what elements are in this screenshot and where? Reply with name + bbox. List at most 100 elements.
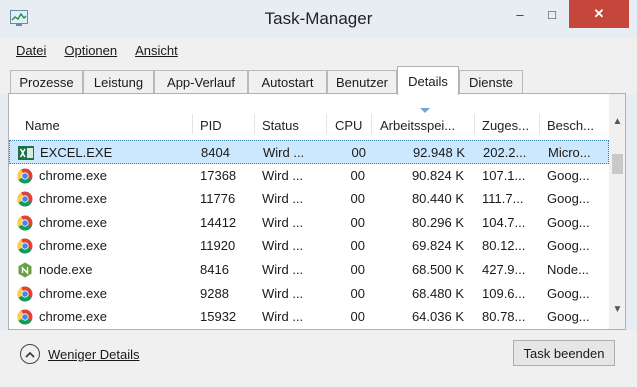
cell-name: chrome.exe <box>39 285 107 301</box>
menu-ansicht-label: Ansicht <box>135 42 178 58</box>
scrollbar-thumb[interactable] <box>612 154 623 174</box>
tab-prozesse[interactable]: Prozesse <box>10 70 83 94</box>
table-row[interactable]: node.exe 8416 Wird ... 00 68.500 K 427.9... No… <box>9 258 609 282</box>
column-header-memory[interactable]: Arbeitsspei... <box>380 118 455 133</box>
column-header-pid[interactable]: PID <box>200 118 222 133</box>
tab-leistung[interactable]: Leistung <box>83 70 154 94</box>
column-separator[interactable] <box>371 114 372 134</box>
column-separator[interactable] <box>192 114 193 134</box>
cell-desc: Micro... <box>548 145 591 160</box>
cell-mem: 92.948 K <box>412 145 465 160</box>
minimize-button[interactable]: – <box>506 0 534 28</box>
maximize-button[interactable]: □ <box>538 0 566 28</box>
cell-mem: 80.296 K <box>411 214 464 230</box>
cell-pid: 15932 <box>200 309 237 325</box>
column-separator[interactable] <box>326 114 327 134</box>
column-separator[interactable] <box>254 114 255 134</box>
chrome-icon <box>17 286 33 302</box>
cell-cpu: 00 <box>351 145 366 160</box>
column-header-status[interactable]: Status <box>262 118 299 133</box>
menu-optionen[interactable]: Optionen <box>64 43 117 58</box>
chrome-icon <box>17 191 33 207</box>
cell-pid: 11776 <box>200 191 236 207</box>
cell-mem: 80.440 K <box>411 191 464 207</box>
tab-app-verlauf[interactable]: App-Verlauf <box>154 70 248 94</box>
cell-name: EXCEL.EXE <box>40 145 113 160</box>
tab-details[interactable]: Details <box>397 66 459 95</box>
cell-commit: 202.2... <box>483 145 527 160</box>
column-header-description[interactable]: Besch... <box>547 118 594 133</box>
table-row[interactable]: chrome.exe 11920 Wird ... 00 69.824 K 80.12..… <box>9 234 609 258</box>
cell-status: Wird ... <box>262 262 304 277</box>
cell-cpu: 00 <box>350 167 365 183</box>
column-header-commit[interactable]: Zuges... <box>482 118 529 133</box>
table-row[interactable]: chrome.exe 14412 Wird ... 00 80.296 K 104.7..… <box>9 211 609 235</box>
node-icon <box>18 262 32 278</box>
cell-name: chrome.exe <box>39 238 107 254</box>
cell-desc: Goog... <box>547 285 590 301</box>
chevron-up-icon <box>20 344 40 364</box>
cell-status: Wird ... <box>262 238 304 254</box>
process-list: EXCEL.EXE 8404 Wird ... 00 92.948 K 202.2... M… <box>9 140 609 329</box>
cell-status: Wird ... <box>262 309 304 325</box>
cell-desc: Goog... <box>547 309 590 325</box>
tab-autostart-label: Autostart <box>261 75 314 90</box>
chrome-icon <box>17 309 33 325</box>
scroll-down-icon[interactable]: ▼ <box>609 304 625 318</box>
menu-bar: Datei Optionen Ansicht <box>0 38 637 62</box>
cell-desc: Goog... <box>547 167 590 183</box>
tab-dienste-label: Dienste <box>468 75 514 90</box>
footer-bar: Weniger Details Task beenden <box>0 330 637 387</box>
chrome-icon <box>17 238 33 254</box>
close-icon: ✕ <box>593 6 605 21</box>
end-task-button[interactable]: Task beenden <box>513 340 615 366</box>
cell-mem: 90.824 K <box>411 167 464 183</box>
cell-commit: 111.7... <box>482 191 524 207</box>
menu-ansicht[interactable]: Ansicht <box>135 43 178 58</box>
column-header-cpu[interactable]: CPU <box>335 118 362 133</box>
task-manager-window: Task-Manager – □ ✕ Datei Optionen Ansich… <box>0 0 637 387</box>
table-row[interactable]: EXCEL.EXE 8404 Wird ... 00 92.948 K 202.2... M… <box>9 140 609 164</box>
cell-pid: 8404 <box>201 145 230 160</box>
tab-benutzer[interactable]: Benutzer <box>327 70 397 94</box>
table-row[interactable]: chrome.exe 9288 Wird ... 00 68.480 K 109.6...… <box>9 282 609 306</box>
tab-dienste[interactable]: Dienste <box>459 70 523 94</box>
menu-optionen-label: Optionen <box>64 42 118 58</box>
cell-name: chrome.exe <box>39 309 107 325</box>
tab-details-label: Details <box>408 73 448 89</box>
cell-status: Wird ... <box>262 214 304 230</box>
cell-status: Wird ... <box>262 167 304 183</box>
cell-mem: 68.480 K <box>411 285 464 301</box>
cell-commit: 109.6... <box>482 285 526 301</box>
cell-cpu: 00 <box>350 285 365 301</box>
cell-pid: 17368 <box>200 167 237 183</box>
table-row[interactable]: chrome.exe 11776 Wird ... 00 80.440 K 111.7..… <box>9 187 609 211</box>
column-header-name[interactable]: Name <box>25 118 60 133</box>
tab-autostart[interactable]: Autostart <box>248 70 327 94</box>
cell-status: Wird ... <box>263 145 305 160</box>
close-button[interactable]: ✕ <box>569 0 629 28</box>
table-row[interactable]: chrome.exe 17368 Wird ... 00 90.824 K 107.1..… <box>9 164 609 188</box>
cell-cpu: 00 <box>350 262 365 277</box>
cell-pid: 9288 <box>200 285 229 301</box>
menu-datei-label: Datei <box>16 42 47 58</box>
table-row[interactable]: chrome.exe 15932 Wird ... 00 64.036 K 80.78..… <box>9 305 609 329</box>
excel-icon <box>18 146 34 160</box>
vertical-scrollbar[interactable]: ▲ ▼ <box>609 94 625 329</box>
cell-name: node.exe <box>39 262 93 277</box>
column-separator[interactable] <box>474 114 475 134</box>
title-bar[interactable]: Task-Manager – □ ✕ <box>0 0 637 38</box>
cell-pid: 14412 <box>200 214 237 230</box>
cell-desc: Node... <box>547 262 589 277</box>
menu-datei[interactable]: Datei <box>16 43 46 58</box>
cell-desc: Goog... <box>547 214 590 230</box>
cell-commit: 80.78... <box>482 309 526 325</box>
fewer-details-button[interactable]: Weniger Details <box>20 343 140 365</box>
cell-desc: Goog... <box>547 191 590 207</box>
table-header: Name PID Status CPU Arbeitsspei... Zuges… <box>9 108 609 134</box>
details-panel: Name PID Status CPU Arbeitsspei... Zuges… <box>8 94 626 330</box>
column-separator[interactable] <box>539 114 540 134</box>
cell-cpu: 00 <box>350 214 365 230</box>
scroll-up-icon[interactable]: ▲ <box>609 116 625 130</box>
cell-commit: 427.9... <box>482 262 526 277</box>
